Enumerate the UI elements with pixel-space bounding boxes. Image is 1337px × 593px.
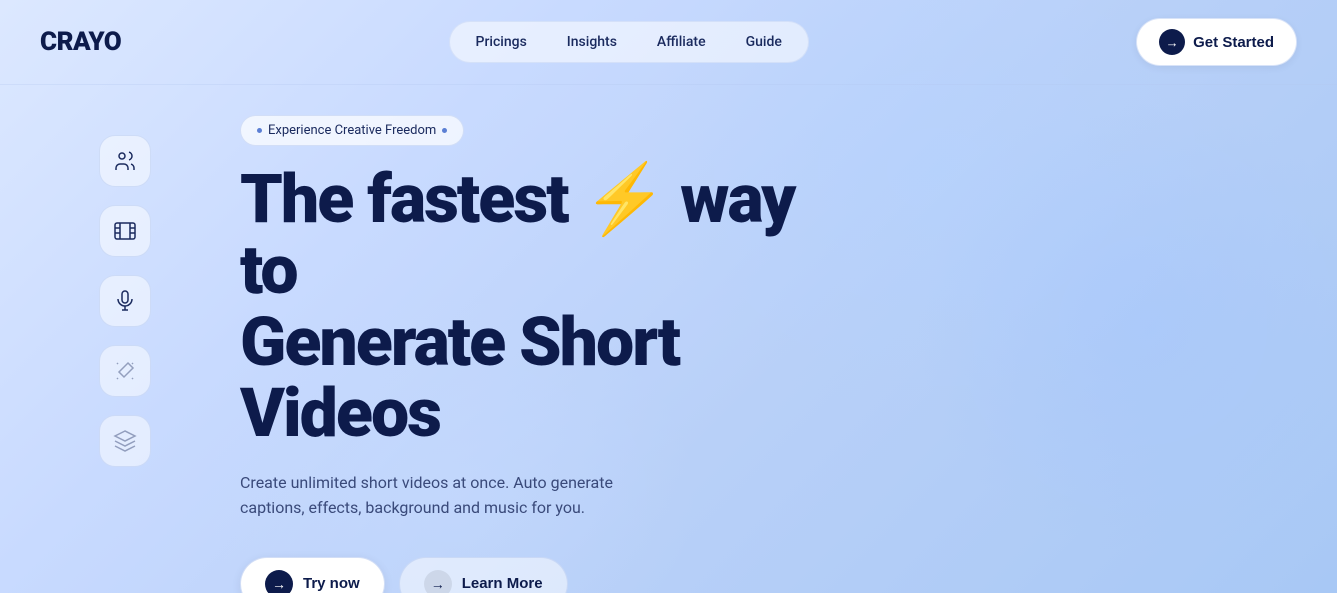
try-now-label: Try now bbox=[303, 575, 360, 592]
headline-part3: Generate Short Videos bbox=[240, 302, 679, 453]
right-circle-decoration bbox=[897, 75, 1337, 575]
badge-text: Experience Creative Freedom bbox=[268, 123, 436, 138]
try-now-button[interactable]: → Try now bbox=[240, 557, 385, 593]
nav-affiliate[interactable]: Affiliate bbox=[639, 28, 724, 56]
navbar: CRAYO Pricings Insights Affiliate Guide … bbox=[0, 0, 1337, 85]
get-started-button[interactable]: → Get Started bbox=[1136, 18, 1297, 66]
hero-headline: The fastest ⚡ way to Generate Short Vide… bbox=[240, 164, 857, 450]
nav-pricings[interactable]: Pricings bbox=[458, 28, 545, 56]
tagline-badge: Experience Creative Freedom bbox=[240, 115, 464, 146]
get-started-label: Get Started bbox=[1193, 34, 1274, 51]
try-now-arrow-icon: → bbox=[265, 570, 293, 593]
hero-description: Create unlimited short videos at once. A… bbox=[240, 470, 660, 521]
community-svg-icon bbox=[113, 149, 137, 173]
hero-buttons: → Try now → Learn More bbox=[240, 557, 857, 593]
nav-insights[interactable]: Insights bbox=[549, 28, 635, 56]
sidebar-magic-icon[interactable] bbox=[99, 345, 151, 397]
nav-links: Pricings Insights Affiliate Guide bbox=[449, 21, 809, 63]
badge-dot-left bbox=[257, 128, 262, 133]
sidebar-community-icon[interactable] bbox=[99, 135, 151, 187]
sidebar-microphone-icon[interactable] bbox=[99, 275, 151, 327]
magic-svg-icon bbox=[113, 359, 137, 383]
headline-part1: The fastest bbox=[240, 159, 583, 239]
lightning-icon: ⚡ bbox=[583, 164, 666, 235]
hero-section: Experience Creative Freedom The fastest … bbox=[200, 105, 917, 593]
right-panel bbox=[917, 105, 1337, 593]
film-svg-icon bbox=[113, 219, 137, 243]
sidebar-icons bbox=[0, 105, 200, 593]
learn-more-button[interactable]: → Learn More bbox=[399, 557, 568, 593]
layers-svg-icon bbox=[113, 429, 137, 453]
nav-guide[interactable]: Guide bbox=[728, 28, 800, 56]
learn-more-arrow-icon: → bbox=[424, 570, 452, 593]
microphone-svg-icon bbox=[113, 289, 137, 313]
learn-more-label: Learn More bbox=[462, 575, 543, 592]
main-content: Experience Creative Freedom The fastest … bbox=[0, 85, 1337, 593]
sidebar-film-icon[interactable] bbox=[99, 205, 151, 257]
page-wrapper: CRAYO Pricings Insights Affiliate Guide … bbox=[0, 0, 1337, 593]
get-started-arrow-icon: → bbox=[1159, 29, 1185, 55]
logo: CRAYO bbox=[40, 27, 121, 57]
badge-dot-right bbox=[442, 128, 447, 133]
sidebar-layers-icon[interactable] bbox=[99, 415, 151, 467]
